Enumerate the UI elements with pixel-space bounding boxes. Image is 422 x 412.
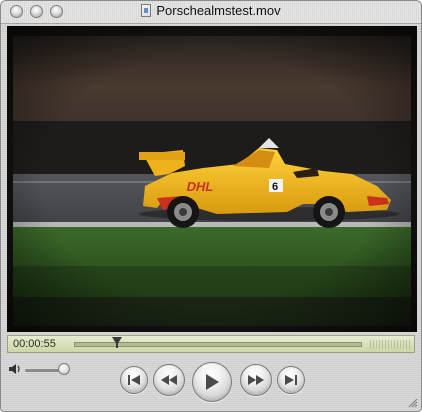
playhead-stem xyxy=(116,342,118,348)
jump-to-start-icon xyxy=(128,375,140,385)
time-display-bar[interactable]: 00:00:55 xyxy=(7,335,415,353)
speaker-icon[interactable] xyxy=(8,363,22,375)
fast-forward-icon xyxy=(248,375,264,385)
rewind-button[interactable] xyxy=(153,364,185,396)
jump-to-start-button[interactable] xyxy=(120,366,148,394)
race-car-video: DHL 6 xyxy=(7,26,417,332)
window-title: Porschealmstest.mov xyxy=(156,3,281,18)
volume-slider-thumb[interactable] xyxy=(58,363,70,375)
jump-to-end-button[interactable] xyxy=(277,366,305,394)
quicktime-window: Porschealmstest.mov 00:00:55 xyxy=(0,0,422,412)
current-time: 00:00:55 xyxy=(13,338,56,350)
movie-file-icon xyxy=(141,4,152,17)
title-bar[interactable]: Porschealmstest.mov xyxy=(1,1,421,24)
play-button[interactable] xyxy=(192,362,232,402)
play-icon xyxy=(206,374,219,390)
timebar-texture xyxy=(370,340,410,349)
window-title-area: Porschealmstest.mov xyxy=(1,3,421,18)
jump-to-end-icon xyxy=(285,375,297,385)
video-frame[interactable]: DHL 6 xyxy=(7,26,417,332)
rewind-icon xyxy=(161,375,177,385)
resize-grip-icon[interactable] xyxy=(406,396,418,408)
fast-forward-button[interactable] xyxy=(240,364,272,396)
